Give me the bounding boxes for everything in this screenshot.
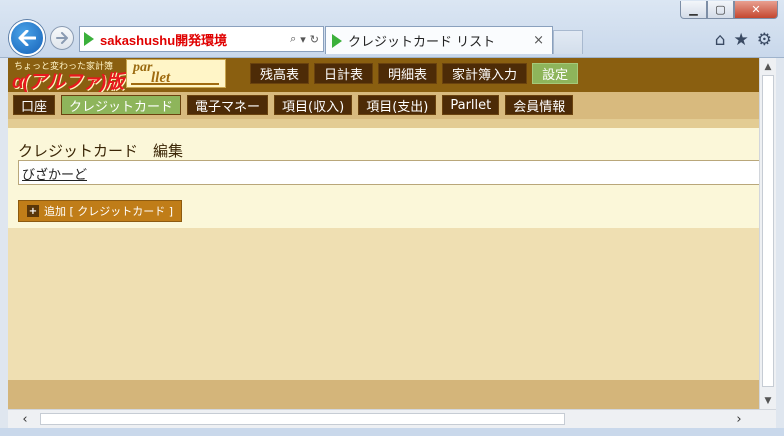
refresh-icon[interactable]: ↻ — [310, 33, 319, 46]
vertical-scrollbar[interactable]: ▲ ▼ — [759, 58, 776, 409]
close-window-button[interactable]: ✕ — [734, 1, 778, 19]
settings-gear-icon[interactable]: ⚙ — [757, 30, 772, 50]
sub-nav: 口座 クレジットカード 電子マネー 項目(収入) 項目(支出) Parllet … — [13, 95, 574, 115]
credit-card-link[interactable]: びざかーど — [22, 164, 87, 183]
top-nav-entry[interactable]: 家計簿入力 — [442, 63, 528, 84]
search-icon[interactable]: ⌕ — [290, 32, 296, 46]
browser-chrome: ▁ ▢ ✕ sakashushu開発環境 ⌕ ▾ ↻ クレジットカード リスト … — [0, 0, 784, 58]
sub-nav-member-info[interactable]: 会員情報 — [505, 95, 574, 115]
vertical-scroll-thumb[interactable] — [762, 75, 774, 387]
back-arrow-icon — [18, 30, 36, 46]
sub-nav-parllet[interactable]: Parllet — [442, 95, 500, 115]
address-tools: ⌕ ▾ ↻ — [290, 32, 323, 46]
minimize-button[interactable]: ▁ — [680, 1, 707, 19]
site-logo[interactable]: ちょっと変わった家計簿 α(アルファ)版 — [11, 58, 125, 93]
page-title: クレジットカード 編集 — [18, 142, 184, 160]
forward-button[interactable] — [50, 26, 74, 50]
favorites-star-icon[interactable]: ★ — [734, 30, 749, 50]
parllet-logo-line1: par — [133, 60, 153, 75]
sub-nav-expense-items[interactable]: 項目(支出) — [358, 95, 437, 115]
top-nav: 残高表 日計表 明細表 家計簿入力 設定 — [250, 63, 579, 84]
add-button-label: 追加 [ クレジットカード ] — [44, 205, 174, 218]
logo-underline — [131, 83, 219, 85]
sub-nav-account[interactable]: 口座 — [13, 95, 56, 115]
top-nav-daily[interactable]: 日計表 — [314, 63, 374, 84]
page-viewport: ちょっと変わった家計簿 α(アルファ)版 par llet 残高表 日計表 明細… — [8, 58, 776, 409]
site-play-icon — [84, 32, 94, 46]
sub-nav-bar: 口座 クレジットカード 電子マネー 項目(収入) 項目(支出) Parllet … — [8, 92, 776, 119]
list-item: びざかーど — [18, 160, 776, 185]
top-nav-details[interactable]: 明細表 — [378, 63, 438, 84]
home-icon[interactable]: ⌂ — [715, 30, 726, 50]
scroll-left-icon[interactable]: ‹ — [14, 410, 36, 428]
top-nav-settings[interactable]: 設定 — [532, 63, 579, 84]
page-footer — [8, 380, 776, 409]
window-bottom-edge — [0, 428, 784, 436]
browser-toolbar-icons: ⌂ ★ ⚙ — [715, 30, 772, 50]
parllet-logo[interactable]: par llet — [126, 59, 226, 88]
dropdown-icon[interactable]: ▾ — [300, 33, 306, 46]
sub-nav-e-money[interactable]: 電子マネー — [187, 95, 269, 115]
add-credit-card-button[interactable]: + 追加 [ クレジットカード ] — [18, 200, 183, 222]
new-tab-button[interactable] — [553, 30, 583, 54]
tab-close-icon[interactable]: × — [533, 33, 544, 48]
scroll-right-icon[interactable]: › — [728, 410, 750, 428]
logo-title: α(アルファ)版 — [12, 72, 124, 93]
sub-nav-credit-card[interactable]: クレジットカード — [61, 95, 182, 115]
horizontal-scrollbar[interactable]: ‹ › — [8, 409, 776, 428]
scroll-down-icon[interactable]: ▼ — [760, 392, 776, 409]
site-header: ちょっと変わった家計簿 α(アルファ)版 par llet 残高表 日計表 明細… — [8, 58, 776, 93]
forward-arrow-icon — [56, 32, 68, 44]
top-nav-balance[interactable]: 残高表 — [250, 63, 310, 84]
plus-icon: + — [27, 205, 39, 217]
tab-title: クレジットカード リスト — [348, 35, 496, 50]
browser-tab[interactable]: クレジットカード リスト × — [325, 26, 553, 54]
address-bar[interactable]: sakashushu開発環境 ⌕ ▾ ↻ — [79, 26, 324, 52]
address-text: sakashushu開発環境 — [100, 32, 228, 48]
maximize-button[interactable]: ▢ — [707, 1, 734, 19]
scroll-up-icon[interactable]: ▲ — [760, 58, 776, 75]
window-controls: ▁ ▢ ✕ — [680, 1, 778, 19]
tab-favicon-icon — [332, 33, 342, 48]
divider-strip — [8, 119, 776, 128]
main-content: クレジットカード 編集 びざかーど + 追加 [ クレジットカード ] — [8, 128, 776, 228]
back-button[interactable] — [9, 20, 45, 56]
horizontal-scroll-thumb[interactable] — [40, 413, 565, 425]
sub-nav-income-items[interactable]: 項目(収入) — [274, 95, 353, 115]
